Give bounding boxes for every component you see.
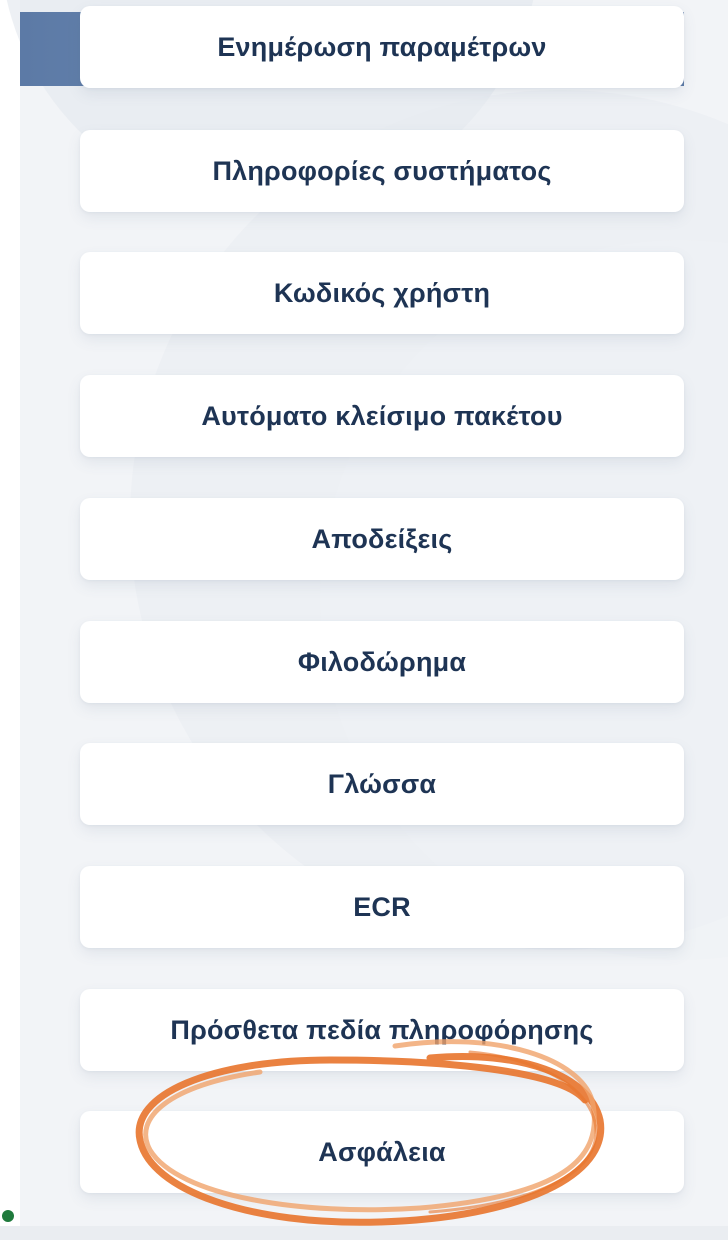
menu-item-update-parameters[interactable]: Ενημέρωση παραμέτρων xyxy=(80,6,684,88)
menu-item-label: Αποδείξεις xyxy=(311,523,453,554)
menu-item-label: Αυτόματο κλείσιμο πακέτου xyxy=(201,400,563,431)
menu-item-label: Ασφάλεια xyxy=(318,1136,446,1167)
menu-item-label: Φιλοδώρημα xyxy=(297,646,467,677)
menu-item-auto-batch-close[interactable]: Αυτόματο κλείσιμο πακέτου xyxy=(80,375,684,457)
menu-item-system-info[interactable]: Πληροφορίες συστήματος xyxy=(80,130,684,212)
menu-item-ecr[interactable]: ECR xyxy=(80,866,684,948)
menu-item-label: Ενημέρωση παραμέτρων xyxy=(217,31,547,62)
menu-item-label: Πληροφορίες συστήματος xyxy=(212,155,552,186)
menu-item-receipts[interactable]: Αποδείξεις xyxy=(80,498,684,580)
menu-item-label: Γλώσσα xyxy=(327,768,437,799)
menu-item-label: Κωδικός χρήστη xyxy=(273,277,491,308)
bottom-bar xyxy=(0,1226,728,1240)
menu-item-language[interactable]: Γλώσσα xyxy=(80,743,684,825)
menu-item-user-code[interactable]: Κωδικός χρήστη xyxy=(80,252,684,334)
menu-item-tip[interactable]: Φιλοδώρημα xyxy=(80,621,684,703)
menu-item-label: Πρόσθετα πεδία πληροφόρησης xyxy=(170,1014,594,1045)
menu-item-additional-info-fields[interactable]: Πρόσθετα πεδία πληροφόρησης xyxy=(80,989,684,1071)
menu-item-security[interactable]: Ασφάλεια xyxy=(80,1111,684,1193)
left-margin xyxy=(0,0,20,1240)
menu-item-label: ECR xyxy=(353,891,411,922)
status-dot xyxy=(2,1210,14,1222)
